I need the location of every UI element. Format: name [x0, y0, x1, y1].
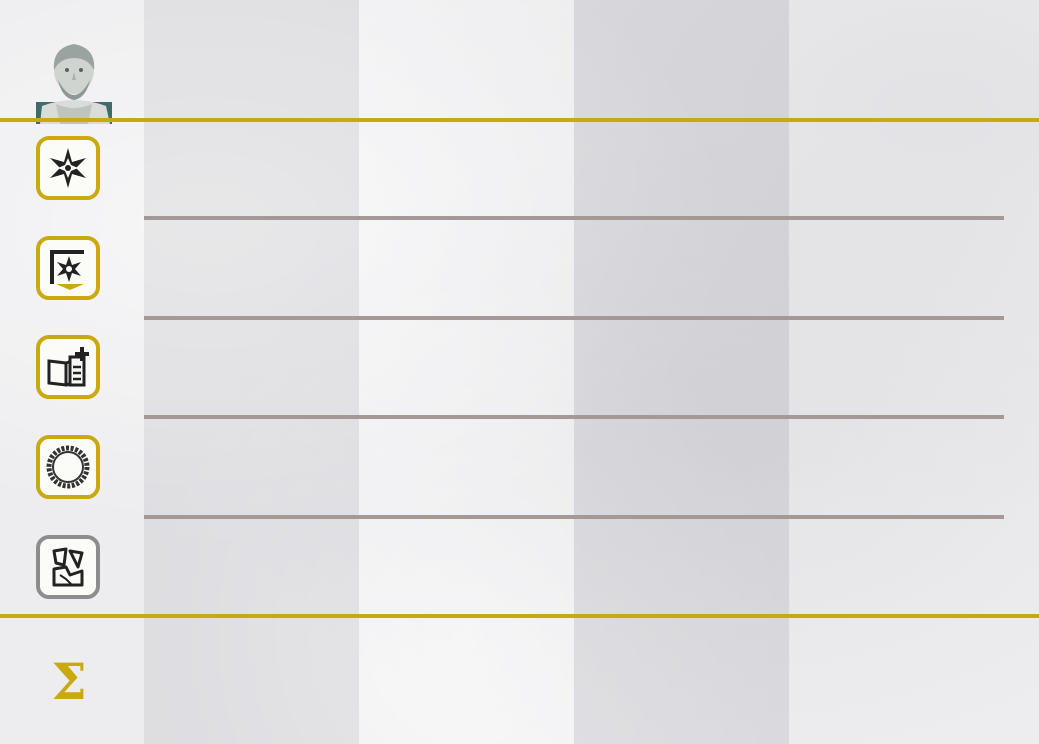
science-row-icon-tile [36, 335, 100, 399]
progress-row-icon-tile [36, 236, 100, 300]
coin-ring-icon [46, 445, 90, 489]
player-column-3[interactable] [574, 0, 789, 744]
broken-tablet-icon [52, 547, 84, 587]
row-divider-4 [144, 515, 1004, 519]
philosopher-bust-icon [36, 40, 112, 124]
row-divider-3 [144, 415, 1004, 419]
star-banner-icon [50, 250, 84, 290]
star-burst-icon [50, 148, 86, 188]
row-divider-2 [144, 316, 1004, 320]
total-divider [0, 614, 1039, 618]
header-divider [0, 118, 1039, 122]
conflict-row-icon-tile [36, 535, 100, 599]
total-sum-symbol: Σ [51, 652, 87, 711]
book-plus-icon [47, 347, 89, 387]
coins-row-icon-tile [36, 435, 100, 499]
row-divider-1 [144, 216, 1004, 220]
player-column-4[interactable] [789, 0, 1039, 744]
wonder-row-icon-tile [36, 136, 100, 200]
player-column-1[interactable] [144, 0, 359, 744]
player-column-2[interactable] [359, 0, 574, 744]
